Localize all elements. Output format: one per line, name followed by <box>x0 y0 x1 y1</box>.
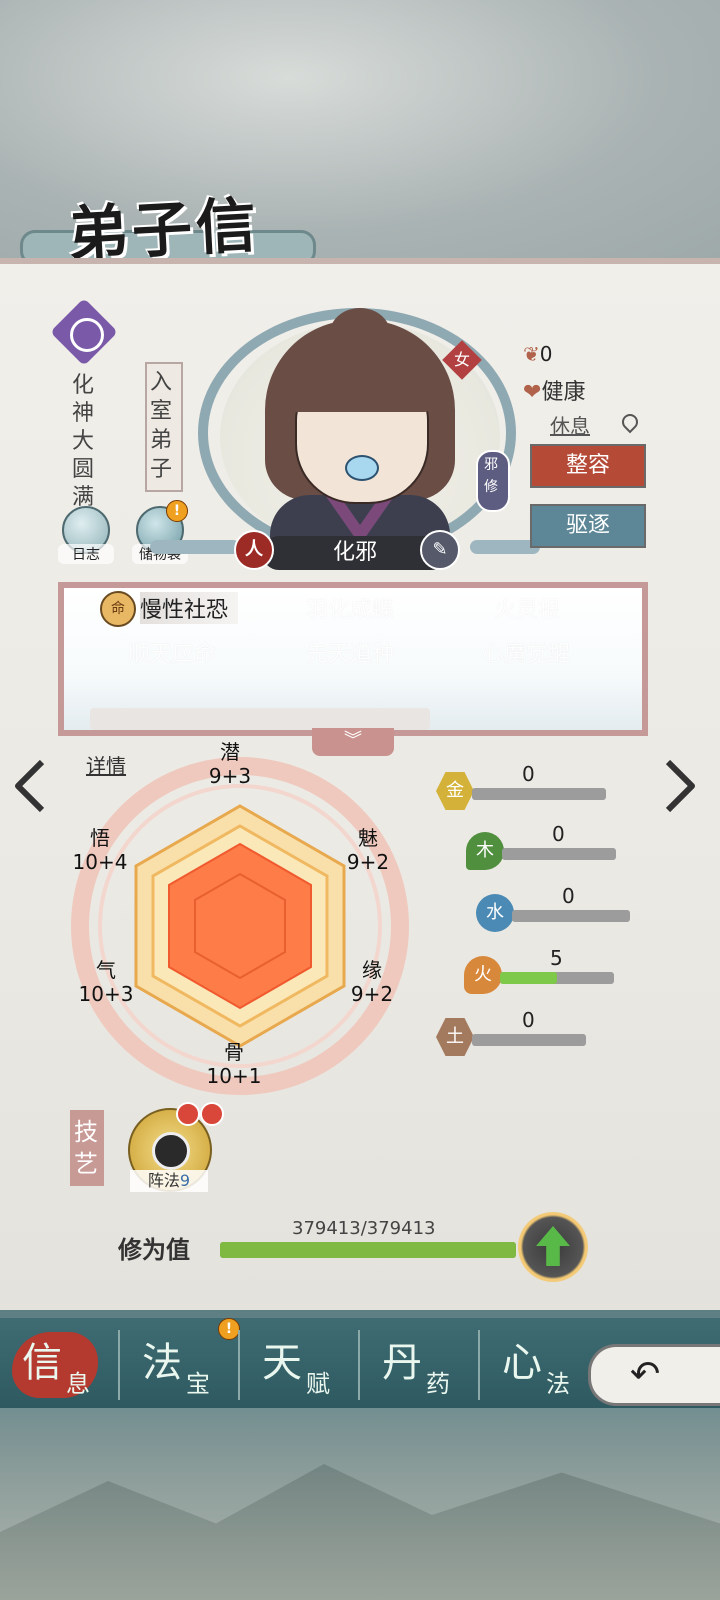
element-value: 0 <box>522 762 535 786</box>
skills-label: 技艺 <box>74 1118 98 1178</box>
realm-swirl-icon <box>70 318 104 352</box>
tab-small: 法 <box>546 1370 570 1398</box>
attr-qi: 气 10+3 <box>72 958 140 1006</box>
attr-bone: 骨 10+1 <box>200 1040 268 1088</box>
title-banner: 弟子信息 <box>20 180 320 357</box>
panel-rail <box>0 258 720 264</box>
element-bar-fill <box>500 972 557 984</box>
cultivation-value: 379413/379413 <box>292 1218 436 1239</box>
gender-label: 女 <box>453 350 470 369</box>
attr-value: 10+4 <box>72 850 128 874</box>
reputation-icon: ❦ <box>523 342 540 366</box>
attr-fate: 缘 9+2 <box>342 958 402 1006</box>
wood-icon: 木 <box>466 832 504 870</box>
yin-yang-icon <box>152 1132 190 1170</box>
flame-icon <box>176 1102 200 1126</box>
attr-label: 骨 <box>224 1040 244 1064</box>
portrait-bangs <box>290 372 430 412</box>
trait-item[interactable]: 心魔觉醒 <box>482 636 570 668</box>
trait-item[interactable]: 顺天应命 <box>128 636 216 668</box>
log-button[interactable]: 日志 <box>58 506 114 564</box>
cultivation-bar-fill <box>220 1242 516 1258</box>
reputation-stat: ❦0 <box>523 342 553 366</box>
flower-icon <box>345 455 379 481</box>
health-stat: ❤健康 <box>523 374 585 406</box>
element-row-water: 水 0 <box>476 884 716 936</box>
tab-big: 信 <box>22 1340 62 1386</box>
attr-value: 10+1 <box>206 1064 262 1088</box>
tab-small: 宝 <box>186 1370 210 1398</box>
trait-item[interactable]: 先天道种 <box>306 636 394 668</box>
attr-label: 缘 <box>362 958 382 982</box>
element-bar <box>472 1034 586 1046</box>
back-arrow-icon: ↶ <box>630 1354 661 1395</box>
trait-item[interactable]: 火灵根 <box>494 592 560 624</box>
race-badge: 人 <box>234 530 274 570</box>
health-value: 健康 <box>541 380 586 405</box>
attr-value: 9+3 <box>208 764 252 788</box>
tab-big: 天 <box>262 1340 302 1386</box>
attr-label: 气 <box>96 958 116 982</box>
element-bar <box>512 910 630 922</box>
trait-item[interactable]: 慢性社恐 <box>140 592 239 624</box>
alert-icon: ! <box>166 500 188 522</box>
attr-value: 10+3 <box>78 982 134 1006</box>
status-link[interactable]: 休息 <box>550 410 590 439</box>
trait-item[interactable]: 羽化成蝶 <box>306 592 394 624</box>
trait-row-partial <box>90 708 430 730</box>
element-value: 0 <box>552 822 565 846</box>
tab-small: 药 <box>426 1370 450 1398</box>
prev-disciple-arrow-icon[interactable] <box>10 756 50 816</box>
cloud-swirl-decoration <box>150 540 240 554</box>
log-label: 日志 <box>58 544 114 564</box>
attr-charm: 魅 9+2 <box>338 826 398 874</box>
alignment-label: 邪修 <box>484 457 498 495</box>
tab-pills[interactable]: 丹 药 <box>360 1318 478 1408</box>
realm-label: 化神大圆满 <box>72 373 95 510</box>
heart-icon: ❤ <box>523 380 542 405</box>
flame-icon <box>200 1102 224 1126</box>
tab-big: 心 <box>502 1340 542 1386</box>
tab-big: 法 <box>142 1340 182 1386</box>
makeover-button[interactable]: 整容 <box>530 444 646 488</box>
attr-label: 悟 <box>90 826 110 850</box>
expel-button[interactable]: 驱逐 <box>530 504 646 548</box>
attr-label: 潜 <box>220 740 240 764</box>
attr-value: 9+2 <box>346 850 390 874</box>
brush-icon[interactable]: ✎ <box>420 530 460 570</box>
tab-small: 息 <box>66 1370 90 1398</box>
element-bar <box>472 788 606 800</box>
element-value: 0 <box>522 1008 535 1032</box>
attr-value: 9+2 <box>350 982 394 1006</box>
alert-icon: ! <box>218 1318 240 1340</box>
element-row-fire: 火 5 <box>464 946 704 998</box>
tab-small: 赋 <box>306 1370 330 1398</box>
cultivation-label: 修为值 <box>118 1235 190 1264</box>
fire-icon: 火 <box>464 956 502 994</box>
tab-info[interactable]: 信 息 <box>0 1318 118 1408</box>
attr-label: 魅 <box>358 826 378 850</box>
water-icon: 水 <box>476 894 514 932</box>
element-value: 0 <box>562 884 575 908</box>
tab-big: 丹 <box>382 1340 422 1386</box>
tab-talent[interactable]: 天 赋 <box>240 1318 358 1408</box>
skill-label: 阵法 <box>147 1171 180 1190</box>
fate-badge-icon: 命 <box>100 591 136 627</box>
attr-insight: 悟 10+4 <box>66 826 134 874</box>
attr-potential: 潜 9+3 <box>200 740 260 788</box>
skill-level: 9 <box>179 1171 191 1190</box>
reputation-value: 0 <box>539 342 553 366</box>
tab-methods[interactable]: 心 法 <box>480 1318 598 1408</box>
element-row-earth: 土 0 <box>436 1008 676 1060</box>
skill-name: 阵法9 <box>130 1170 208 1192</box>
rank-label: 入室弟子 <box>150 370 173 482</box>
element-row-metal: 金 0 <box>436 762 676 814</box>
element-value: 5 <box>550 946 563 970</box>
element-row-wood: 木 0 <box>466 822 706 874</box>
expand-button[interactable]: ︾ <box>312 728 394 756</box>
metal-icon: 金 <box>436 772 474 810</box>
portrait-bun <box>330 308 390 358</box>
element-bar <box>502 848 616 860</box>
earth-icon: 土 <box>436 1018 474 1056</box>
